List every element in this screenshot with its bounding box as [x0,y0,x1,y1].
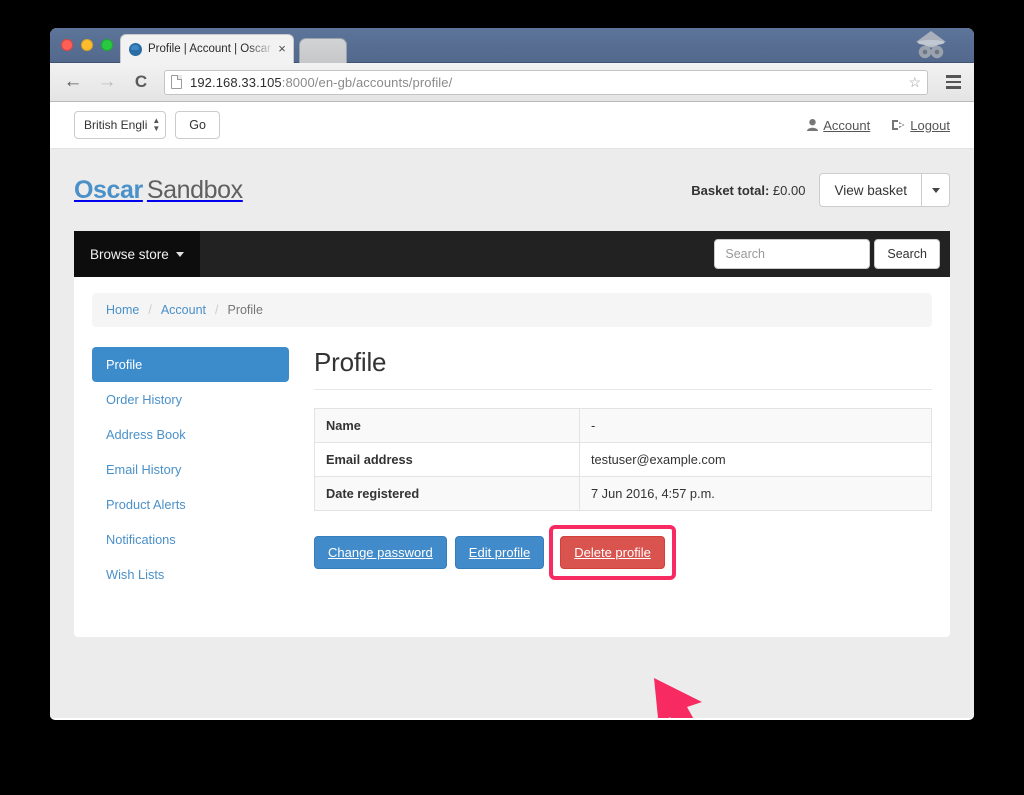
logout-icon [892,120,905,130]
window-traffic-lights [61,39,113,51]
profile-details-table: Name - Email address testuser@example.co… [314,408,932,511]
row-value: 7 Jun 2016, 4:57 p.m. [579,476,932,511]
page-title: Profile [314,347,387,377]
address-bar[interactable]: 192.168.33.105:8000/en-gb/accounts/profi… [164,69,928,95]
page-document-icon [171,75,182,89]
minimize-window-button[interactable] [81,39,93,51]
logo-secondary-text: Sandbox [146,175,243,204]
sidebar-item-address-book[interactable]: Address Book [92,417,289,452]
page-viewport: British Engli ▲ ▼ Go Account Logout Osca… [50,102,974,718]
tab-title: Profile | Account | Oscar - S [148,43,275,55]
logout-link[interactable]: Logout [892,118,950,133]
select-spinner-icon: ▲ ▼ [152,116,161,133]
browse-store-dropdown[interactable]: Browse store [74,231,200,277]
basket-total: Basket total: £0.00 [691,183,805,198]
close-window-button[interactable] [61,39,73,51]
language-go-button[interactable]: Go [175,111,220,139]
back-button[interactable]: ← [60,69,86,95]
basket-total-value: £0.00 [772,182,806,198]
profile-action-buttons: Change password Edit profile Delete prof… [314,525,932,580]
address-bar-url: 192.168.33.105:8000/en-gb/accounts/profi… [190,75,452,90]
main-navbar: Browse store Search Search [74,231,950,277]
chevron-down-icon [175,251,184,257]
table-row: Name - [314,408,932,443]
breadcrumb: Home / Account / Profile [92,293,932,327]
search-form: Search Search [714,239,950,269]
annotation-arrow-icon [654,678,702,718]
account-layout: Profile Order History Address Book Email… [92,347,932,592]
browser-window: Profile | Account | Oscar - S × ← → C 19… [50,28,974,720]
row-label: Date registered [314,476,580,511]
edit-profile-button[interactable]: Edit profile [454,536,545,569]
sidebar-item-notifications[interactable]: Notifications [92,522,289,557]
site-utility-bar: British Engli ▲ ▼ Go Account Logout [50,102,974,149]
forward-button[interactable]: → [94,69,120,95]
chevron-down-icon [931,187,940,193]
content-card: Home / Account / Profile Profile Order H… [74,277,950,637]
delete-profile-highlight: Delete profile [549,525,676,580]
site-logo[interactable]: Oscar Sandbox [74,176,243,205]
row-value: - [579,408,932,443]
browser-tab-inactive[interactable] [299,38,347,63]
basket-dropdown-button[interactable] [922,173,950,207]
favicon-icon [129,42,142,56]
view-basket-button[interactable]: View basket [819,173,922,207]
logout-link-label: Logout [910,117,950,133]
logo-primary-text: Oscar [74,175,143,204]
bookmark-star-icon[interactable]: ☆ [908,74,921,91]
sidebar-item-profile[interactable]: Profile [92,347,289,382]
change-password-button[interactable]: Change password [314,536,447,569]
browser-tab-active[interactable]: Profile | Account | Oscar - S × [120,34,294,63]
reload-button[interactable]: C [128,69,154,95]
breadcrumb-home[interactable]: Home [106,303,139,317]
browser-tab-strip: Profile | Account | Oscar - S × [50,28,974,63]
language-select-value: British Engli [84,118,148,132]
basket-total-label: Basket total: [691,182,770,198]
row-label: Email address [314,442,580,477]
browser-toolbar: ← → C 192.168.33.105:8000/en-gb/accounts… [50,63,974,102]
browse-store-label: Browse store [90,246,169,262]
hamburger-menu-icon[interactable] [942,72,964,92]
url-path: :8000/en-gb/accounts/profile/ [281,74,453,90]
url-host: 192.168.33.105 [190,74,282,90]
breadcrumb-separator: / [215,303,219,317]
sidebar-item-wish-lists[interactable]: Wish Lists [92,557,289,592]
site-branding-row: Oscar Sandbox Basket total: £0.00 View ba… [50,149,974,231]
sidebar-item-order-history[interactable]: Order History [92,382,289,417]
tab-close-icon[interactable]: × [275,42,289,56]
sidebar-item-email-history[interactable]: Email History [92,452,289,487]
row-value: testuser@example.com [579,442,932,477]
account-sidebar: Profile Order History Address Book Email… [92,347,289,592]
table-row: Email address testuser@example.com [314,442,932,477]
account-link[interactable]: Account [807,118,870,133]
profile-main-panel: Profile Name - Email address testuser@ex… [289,347,932,592]
breadcrumb-separator: / [148,303,152,317]
title-divider [314,389,932,390]
account-link-label: Account [823,117,871,133]
row-label: Name [314,408,580,443]
breadcrumb-current: Profile [227,303,263,317]
delete-profile-button[interactable]: Delete profile [560,536,665,569]
maximize-window-button[interactable] [101,39,113,51]
incognito-icon [916,31,946,59]
user-icon [807,119,819,131]
search-submit-button[interactable]: Search [874,239,940,269]
view-basket-group: View basket [819,173,950,207]
sidebar-item-product-alerts[interactable]: Product Alerts [92,487,289,522]
basket-area: Basket total: £0.00 View basket [691,173,950,207]
search-input[interactable]: Search [714,239,871,269]
breadcrumb-account[interactable]: Account [161,303,206,317]
table-row: Date registered 7 Jun 2016, 4:57 p.m. [314,476,932,511]
language-select[interactable]: British Engli ▲ ▼ [74,111,167,139]
